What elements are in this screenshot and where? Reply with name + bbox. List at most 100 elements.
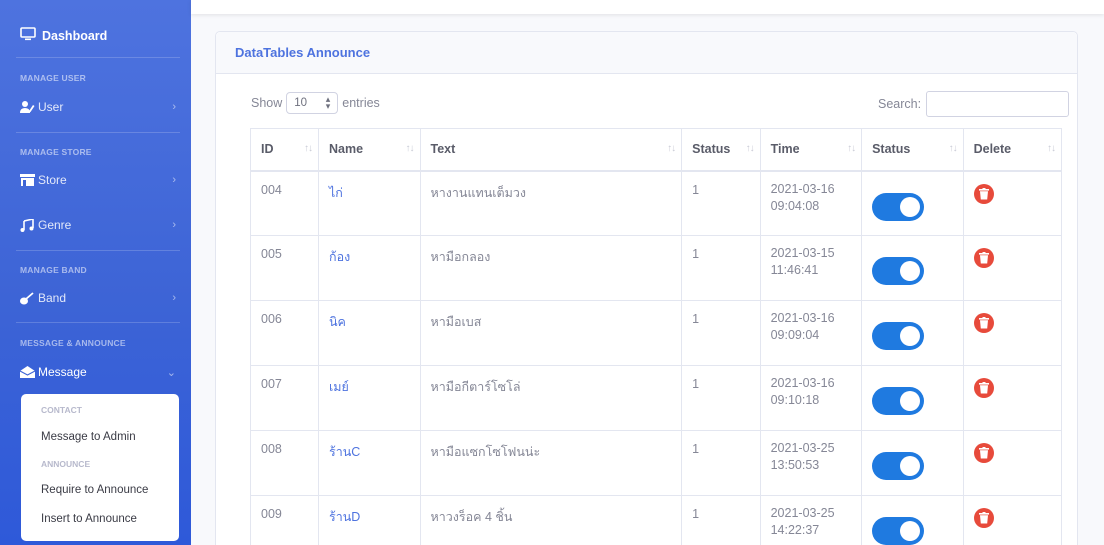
cell-time: 2021-03-16 09:04:08 <box>759 170 863 236</box>
toggle-knob <box>900 521 921 541</box>
cell-status: 1 <box>681 365 761 431</box>
cell-name[interactable]: ร้านD <box>318 495 421 545</box>
column-label: Delete <box>973 142 1012 157</box>
sort-icon: ↑↓ <box>948 143 958 154</box>
status-toggle[interactable] <box>872 387 925 415</box>
toggle-knob <box>900 261 921 281</box>
cell-id: 004 <box>249 170 320 236</box>
submenu-heading-announce: ANNOUNCE <box>41 459 91 469</box>
table-row: 009 ร้านD หาวงร็อค 4 ชิ้น 1 2021-03-25 14:22:… <box>249 495 1063 545</box>
delete-button[interactable] <box>973 443 994 463</box>
cell-date-text: 2021-03-25 <box>770 441 835 455</box>
cell-status-toggle <box>861 430 964 496</box>
table-row: 005 ก้อง หามือกลอง 1 2021-03-15 11:46:41 <box>249 235 1063 301</box>
chevron-right-icon: › <box>172 292 176 304</box>
cell-delete <box>962 495 1063 545</box>
status-toggle[interactable] <box>872 192 925 221</box>
sidebar-item-label: Band <box>38 291 67 305</box>
cell-time: 2021-03-16 09:09:04 <box>759 300 863 366</box>
cell-name[interactable]: นิค <box>318 300 421 366</box>
sidebar-item-label: Genre <box>38 218 72 232</box>
cell-time-text: 09:09:04 <box>770 328 820 342</box>
cell-date-text: 2021-03-15 <box>770 246 835 260</box>
cell-text: หามือแซกโซโฟนน่ะ <box>419 430 683 496</box>
cell-name[interactable]: ไก่ <box>318 170 421 236</box>
delete-button[interactable] <box>973 508 994 528</box>
column-header-text[interactable]: Text ↑↓ <box>419 128 683 172</box>
sidebar-item-label: User <box>38 100 64 114</box>
sidebar-heading-user: MANAGE USER <box>20 73 86 83</box>
cell-status: 1 <box>681 300 761 366</box>
trash-icon <box>978 447 989 459</box>
sidebar-item-label: Store <box>38 173 67 187</box>
column-label: ID <box>261 142 274 157</box>
sidebar-divider <box>16 322 180 323</box>
sort-icon: ↑↓ <box>304 143 313 154</box>
cell-status-toggle <box>861 235 964 301</box>
cell-date-text: 2021-03-25 <box>770 506 835 520</box>
table-row: 008 ร้านC หามือแซกโซโฟนน่ะ 1 2021-03-25 13:50… <box>249 430 1063 496</box>
cell-status-toggle <box>861 365 964 431</box>
sidebar-brand[interactable]: Dashboard <box>20 27 107 44</box>
select-arrows-icon: ▴ ▾ <box>325 94 331 111</box>
cell-status-toggle <box>861 495 964 545</box>
trash-icon <box>978 382 989 394</box>
cell-delete <box>962 235 1063 301</box>
submenu-item-insert-to-announce[interactable]: Insert to Announce <box>41 513 137 525</box>
cell-name[interactable]: เมย์ <box>318 365 421 431</box>
column-header-delete[interactable]: Delete ↑↓ <box>962 128 1063 172</box>
entries-select[interactable]: 10 ▴ ▾ <box>286 92 339 114</box>
trash-icon <box>978 187 989 199</box>
topbar <box>191 0 1104 14</box>
cell-time: 2021-03-25 13:50:53 <box>759 430 863 496</box>
table-header-row: ID ↑↓ Name ↑↓ Text ↑↓ Status ↑↓ Time ↑↓ Statu… <box>249 128 1063 172</box>
status-toggle[interactable] <box>872 517 925 545</box>
sidebar-heading-message: MESSAGE & ANNOUNCE <box>20 338 126 348</box>
status-toggle[interactable] <box>872 322 925 350</box>
status-toggle[interactable] <box>872 257 925 285</box>
datatable-card: DataTables Announce Show 10 ▴ ▾ entries S… <box>215 31 1078 545</box>
search-input[interactable] <box>926 91 1070 117</box>
card-header: DataTables Announce <box>216 32 1077 74</box>
sidebar-heading-band: MANAGE BAND <box>20 265 87 275</box>
cell-date-text: 2021-03-16 <box>770 311 835 325</box>
column-header-id[interactable]: ID ↑↓ <box>249 128 320 172</box>
sidebar-item-genre[interactable]: Genre › <box>20 214 180 236</box>
table-row: 004 ไก่ หางานแทนเต็มวง 1 2021-03-16 09:04:08 <box>249 170 1063 236</box>
table-row: 007 เมย์ หามือกีตาร์โซโล่ 1 2021-03-16 09:10:… <box>249 365 1063 431</box>
sidebar-item-label: Message <box>38 365 87 379</box>
chevron-right-icon: › <box>172 101 176 113</box>
submenu-heading-contact: CONTACT <box>41 405 82 415</box>
delete-button[interactable] <box>973 313 994 333</box>
column-label: Status <box>692 142 731 157</box>
cell-id: 007 <box>249 365 320 431</box>
envelope-open-icon <box>20 366 38 378</box>
card-title: DataTables Announce <box>235 45 371 60</box>
sidebar-item-user[interactable]: User › <box>20 96 180 118</box>
status-toggle[interactable] <box>872 452 925 480</box>
delete-button[interactable] <box>973 183 994 204</box>
user-icon <box>20 101 38 113</box>
sidebar-item-band[interactable]: Band › <box>20 287 180 309</box>
toggle-knob <box>900 391 921 411</box>
delete-button[interactable] <box>973 248 994 268</box>
sidebar-brand-label: Dashboard <box>42 28 108 43</box>
sidebar-item-store[interactable]: Store › <box>20 169 180 191</box>
column-header-name[interactable]: Name ↑↓ <box>318 128 421 172</box>
announce-table: ID ↑↓ Name ↑↓ Text ↑↓ Status ↑↓ Time ↑↓ Statu… <box>249 128 1063 545</box>
sidebar-item-message[interactable]: Message ⌄ <box>20 361 180 383</box>
submenu-item-require-to-announce[interactable]: Require to Announce <box>41 484 148 496</box>
cell-date-text: 2021-03-16 <box>770 181 835 196</box>
column-header-time[interactable]: Time ↑↓ <box>759 128 863 172</box>
delete-button[interactable] <box>973 378 994 398</box>
cell-id: 005 <box>249 235 320 301</box>
cell-id: 008 <box>249 430 320 496</box>
column-header-status-toggle[interactable]: Status ↑↓ <box>861 128 964 172</box>
cell-name[interactable]: ร้านC <box>318 430 421 496</box>
column-header-status[interactable]: Status ↑↓ <box>681 128 761 172</box>
cell-status: 1 <box>681 235 761 301</box>
sidebar-divider <box>16 57 180 58</box>
sort-icon: ↑↓ <box>405 143 415 154</box>
cell-name[interactable]: ก้อง <box>318 235 421 301</box>
submenu-item-message-to-admin[interactable]: Message to Admin <box>41 431 136 443</box>
